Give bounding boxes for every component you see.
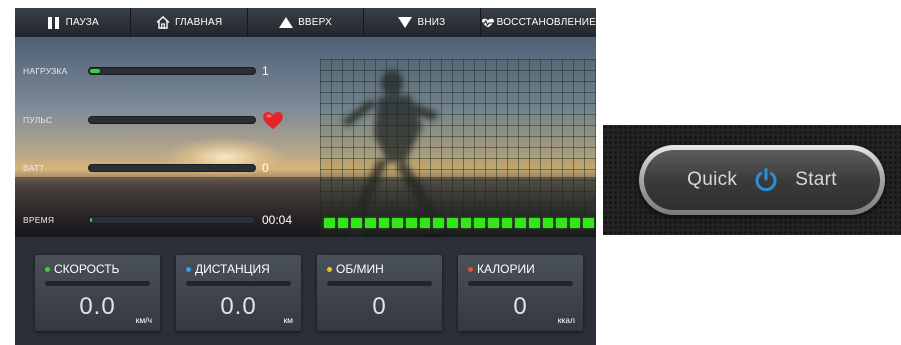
speed-dot-icon <box>45 266 50 272</box>
load-label: НАГРУЗКА <box>23 66 68 76</box>
speed-unit: км/ч <box>135 315 152 325</box>
home-icon <box>156 16 170 30</box>
watt-bar <box>88 164 256 172</box>
down-button[interactable]: ВНИЗ <box>364 8 481 37</box>
rpm-bar <box>327 281 432 286</box>
pause-label: ПАУЗА <box>65 17 99 28</box>
level-block <box>324 218 335 228</box>
console-screen: ПАУЗА ГЛАВНАЯ ВВЕРХ ВНИЗ ВОССТАНОВЛЕНИЕ <box>15 8 596 345</box>
level-bars <box>324 218 595 230</box>
quick-start-button[interactable]: Quick Start <box>639 145 885 215</box>
distance-bar <box>186 281 291 286</box>
workout-scene: НАГРУЗКА 1 ПУЛЬС ВАТТ 0 ВРЕМЯ 00:04 <box>15 37 596 237</box>
home-button[interactable]: ГЛАВНАЯ <box>131 8 248 37</box>
calories-unit: ккал <box>557 315 575 325</box>
up-button[interactable]: ВВЕРХ <box>247 8 365 37</box>
load-value: 1 <box>262 64 269 78</box>
calories-dot-icon <box>468 266 473 272</box>
home-label: ГЛАВНАЯ <box>174 17 223 28</box>
rpm-title: ОБ/МИН <box>336 262 384 276</box>
level-block <box>474 218 485 228</box>
speed-card: СКОРОСТЬ 0.0 км/ч <box>35 255 160 331</box>
load-bar <box>88 67 256 75</box>
level-block <box>378 218 390 228</box>
rpm-value: 0 <box>372 293 387 320</box>
level-block <box>351 218 362 228</box>
level-block <box>446 218 458 228</box>
distance-value: 0.0 <box>220 293 257 320</box>
level-block <box>364 218 376 228</box>
level-block <box>556 218 567 228</box>
recovery-button[interactable]: ВОССТАНОВЛЕНИЕ <box>480 8 596 37</box>
metric-time: ВРЕМЯ 00:04 <box>23 212 292 228</box>
level-block <box>392 218 403 228</box>
rpm-card: ОБ/МИН 0 <box>317 255 442 331</box>
metric-watt: ВАТТ 0 <box>23 160 269 176</box>
level-block <box>405 218 417 228</box>
level-block <box>460 218 472 228</box>
metric-load: НАГРУЗКА 1 <box>23 63 269 79</box>
top-toolbar: ПАУЗА ГЛАВНАЯ ВВЕРХ ВНИЗ ВОССТАНОВЛЕНИЕ <box>15 8 596 37</box>
quick-start-right-text: Start <box>795 169 837 190</box>
power-icon <box>755 168 777 192</box>
up-label: ВВЕРХ <box>298 17 332 28</box>
time-bar <box>88 216 256 224</box>
level-block <box>515 218 526 228</box>
calories-bar <box>468 281 573 286</box>
level-block <box>419 218 431 228</box>
speed-title: СКОРОСТЬ <box>54 262 120 276</box>
watt-label: ВАТТ <box>23 163 45 173</box>
watt-value: 0 <box>262 161 269 175</box>
distance-card: ДИСТАНЦИЯ 0.0 км <box>176 255 301 331</box>
load-bar-fill <box>90 69 100 73</box>
pause-icon <box>47 16 61 30</box>
rpm-dot-icon <box>327 266 332 272</box>
pause-button[interactable]: ПАУЗА <box>15 8 132 37</box>
arrow-down-icon <box>398 16 413 30</box>
pulse-label: ПУЛЬС <box>23 115 53 125</box>
calories-card: КАЛОРИИ 0 ккал <box>458 255 583 331</box>
calories-title: КАЛОРИИ <box>477 262 535 276</box>
heart-pulse-icon <box>480 16 495 30</box>
distance-unit: км <box>283 315 293 325</box>
down-label: ВНИЗ <box>417 17 446 28</box>
level-block <box>337 218 349 228</box>
level-block <box>583 218 595 228</box>
recovery-label: ВОССТАНОВЛЕНИЕ <box>496 17 596 28</box>
level-block <box>487 218 499 228</box>
level-block <box>501 218 513 228</box>
level-block <box>542 218 554 228</box>
distance-dot-icon <box>186 266 191 272</box>
time-label: ВРЕМЯ <box>23 215 55 225</box>
stats-cards: СКОРОСТЬ 0.0 км/ч ДИСТАНЦИЯ 0.0 км ОБ/МИ… <box>15 237 596 345</box>
distance-title: ДИСТАНЦИЯ <box>195 262 270 276</box>
level-block <box>433 218 444 228</box>
level-block <box>528 218 540 228</box>
profile-grid <box>320 59 596 234</box>
quick-start-panel: Quick Start <box>603 125 901 235</box>
arrow-up-icon <box>279 16 294 30</box>
heart-icon <box>263 112 283 129</box>
time-bar-fill <box>90 218 92 222</box>
level-block <box>569 218 581 228</box>
pulse-bar <box>88 116 256 124</box>
quick-start-left-text: Quick <box>687 169 738 190</box>
speed-bar <box>45 281 150 286</box>
time-value: 00:04 <box>262 213 293 227</box>
metric-pulse: ПУЛЬС <box>23 112 285 129</box>
